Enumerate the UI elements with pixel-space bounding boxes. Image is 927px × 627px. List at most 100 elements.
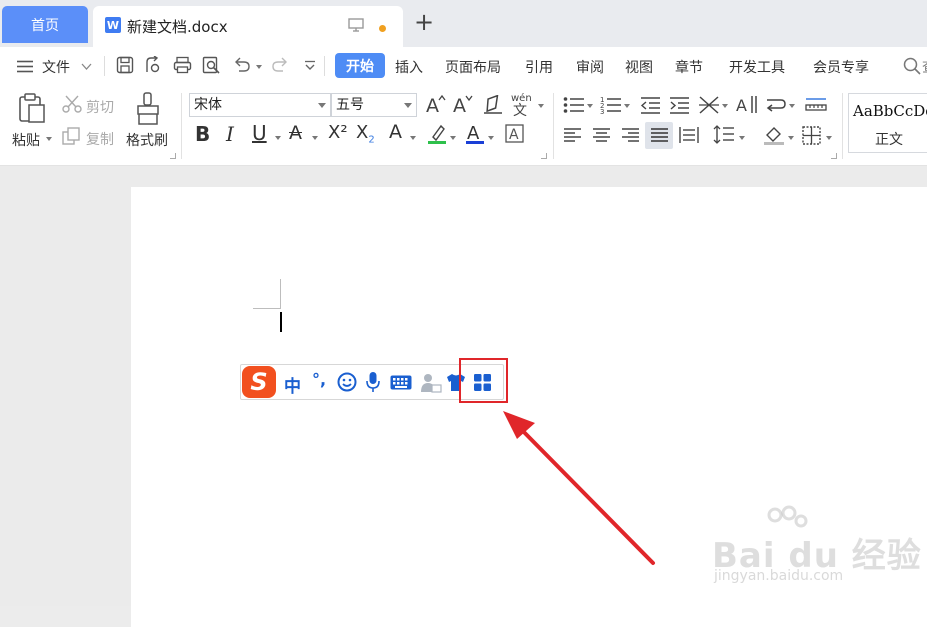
tab-references[interactable]: 引用	[525, 57, 553, 77]
format-painter-button[interactable]: 格式刷	[126, 130, 168, 150]
new-tab-button[interactable]: +	[414, 10, 434, 34]
font-color-dropdown-icon[interactable]	[488, 136, 494, 140]
copy-icon[interactable]	[62, 127, 80, 145]
line-spacing-dropdown-icon[interactable]	[739, 136, 745, 140]
subscript-icon[interactable]: X2	[356, 122, 375, 146]
decrease-indent-icon[interactable]	[640, 96, 661, 114]
sogou-logo-icon[interactable]: S	[242, 366, 276, 398]
group-launcher-icon[interactable]	[541, 153, 547, 159]
punctuation-toggle[interactable]: °,	[312, 370, 326, 389]
copy-button[interactable]: 复制	[86, 129, 114, 149]
borders-dropdown-icon[interactable]	[826, 136, 832, 140]
numbered-list-icon[interactable]: 1 2 3	[600, 95, 622, 115]
tab-insert[interactable]: 插入	[395, 57, 423, 77]
tab-developer[interactable]: 开发工具	[729, 57, 785, 77]
align-left-icon[interactable]	[563, 127, 582, 143]
search-label[interactable]: 查	[922, 57, 927, 77]
superscript-icon[interactable]: X²	[328, 122, 348, 143]
text-cursor	[280, 312, 282, 332]
undo-dropdown-icon[interactable]	[256, 65, 262, 69]
font-size-value: 五号	[336, 97, 364, 113]
cut-icon[interactable]	[62, 95, 82, 113]
svg-text:A: A	[426, 95, 439, 115]
undo-icon[interactable]	[233, 56, 251, 72]
underline-icon[interactable]: U	[252, 121, 267, 145]
highlight-dropdown-icon[interactable]	[450, 136, 456, 140]
justify-button[interactable]	[645, 122, 673, 149]
annotation-arrow-icon	[503, 411, 655, 565]
align-center-icon[interactable]	[592, 127, 611, 143]
text-direction-icon[interactable]	[698, 95, 720, 115]
tab-page-layout[interactable]: 页面布局	[445, 57, 501, 77]
tab-view[interactable]: 视图	[625, 57, 653, 77]
increase-font-icon[interactable]: A	[425, 93, 447, 115]
shading-dropdown-icon[interactable]	[788, 136, 794, 140]
font-size-select[interactable]: 五号	[331, 93, 417, 117]
bold-icon[interactable]: B	[195, 122, 210, 146]
font-family-select[interactable]: 宋体	[189, 93, 331, 117]
svg-text:A: A	[453, 95, 466, 115]
increase-indent-icon[interactable]	[669, 96, 690, 114]
save-icon[interactable]	[116, 56, 134, 74]
strikethrough-dropdown-icon[interactable]	[312, 136, 318, 140]
search-icon[interactable]	[903, 57, 921, 75]
user-account-icon[interactable]	[420, 373, 442, 393]
phonetic-dropdown-icon[interactable]	[538, 104, 544, 108]
hamburger-icon[interactable]	[17, 60, 33, 73]
line-spacing-icon[interactable]	[713, 124, 735, 145]
svg-text:3: 3	[600, 108, 604, 115]
tab-chapter[interactable]: 章节	[675, 57, 703, 77]
strikethrough-icon[interactable]: A	[289, 122, 302, 144]
style-gallery-normal[interactable]: AaBbCcDd 正文	[848, 93, 927, 153]
italic-icon[interactable]: I	[226, 122, 234, 146]
borders-icon[interactable]	[802, 126, 821, 145]
wps-writer-icon: W	[105, 17, 121, 33]
microphone-icon[interactable]	[366, 371, 380, 393]
cut-button[interactable]: 剪切	[86, 97, 114, 117]
home-tab[interactable]: 首页	[2, 6, 88, 43]
underline-dropdown-icon[interactable]	[275, 136, 281, 140]
monitor-icon[interactable]	[348, 18, 364, 32]
ribbon: 粘贴 剪切 复制 格式刷 宋体 五号 A A wén 文 B I U A X² …	[0, 85, 927, 166]
bullet-list-icon[interactable]	[563, 96, 585, 114]
text-effect-dropdown-icon[interactable]	[410, 136, 416, 140]
paste-dropdown-icon[interactable]	[46, 137, 52, 141]
tab-review[interactable]: 审阅	[576, 57, 604, 77]
document-tab[interactable]: W 新建文档.docx	[93, 6, 403, 47]
ruler-icon[interactable]	[805, 96, 827, 112]
print-preview-icon[interactable]	[202, 56, 221, 75]
text-effect-icon[interactable]: A	[389, 121, 402, 143]
sort-icon[interactable]: A	[736, 94, 758, 115]
export-icon[interactable]	[144, 56, 162, 74]
group-launcher-icon[interactable]	[831, 153, 837, 159]
redo-icon[interactable]	[271, 56, 289, 72]
ime-mode-toggle[interactable]: 中	[284, 372, 301, 397]
emoji-icon[interactable]	[337, 372, 357, 392]
phonetic-guide-icon[interactable]: wén 文	[510, 91, 536, 117]
chevron-down-icon[interactable]	[81, 63, 92, 70]
tab-start[interactable]: 开始	[335, 53, 385, 78]
align-right-icon[interactable]	[621, 127, 640, 143]
shading-icon[interactable]	[763, 125, 785, 146]
text-direction-dropdown-icon[interactable]	[722, 104, 728, 108]
char-border-icon[interactable]: A	[505, 124, 524, 143]
highlight-icon[interactable]	[427, 123, 447, 145]
group-launcher-icon[interactable]	[170, 153, 176, 159]
numbered-dropdown-icon[interactable]	[624, 104, 630, 108]
line-break-icon[interactable]	[765, 96, 787, 114]
more-icon[interactable]	[304, 60, 316, 72]
keyboard-icon[interactable]	[390, 375, 412, 390]
distributed-align-icon[interactable]	[679, 126, 699, 144]
bullet-dropdown-icon[interactable]	[587, 104, 593, 108]
decrease-font-icon[interactable]: A	[452, 93, 474, 115]
clear-format-icon[interactable]	[482, 95, 504, 115]
margin-mark-vertical	[280, 279, 281, 309]
font-color-icon[interactable]: A	[465, 122, 485, 145]
print-icon[interactable]	[173, 56, 192, 74]
tab-member[interactable]: 会员专享	[813, 57, 869, 77]
line-break-dropdown-icon[interactable]	[789, 104, 795, 108]
format-painter-icon[interactable]	[134, 92, 162, 126]
file-menu[interactable]: 文件	[42, 57, 70, 77]
paste-button[interactable]: 粘贴	[12, 130, 40, 150]
paste-icon[interactable]	[17, 92, 47, 124]
